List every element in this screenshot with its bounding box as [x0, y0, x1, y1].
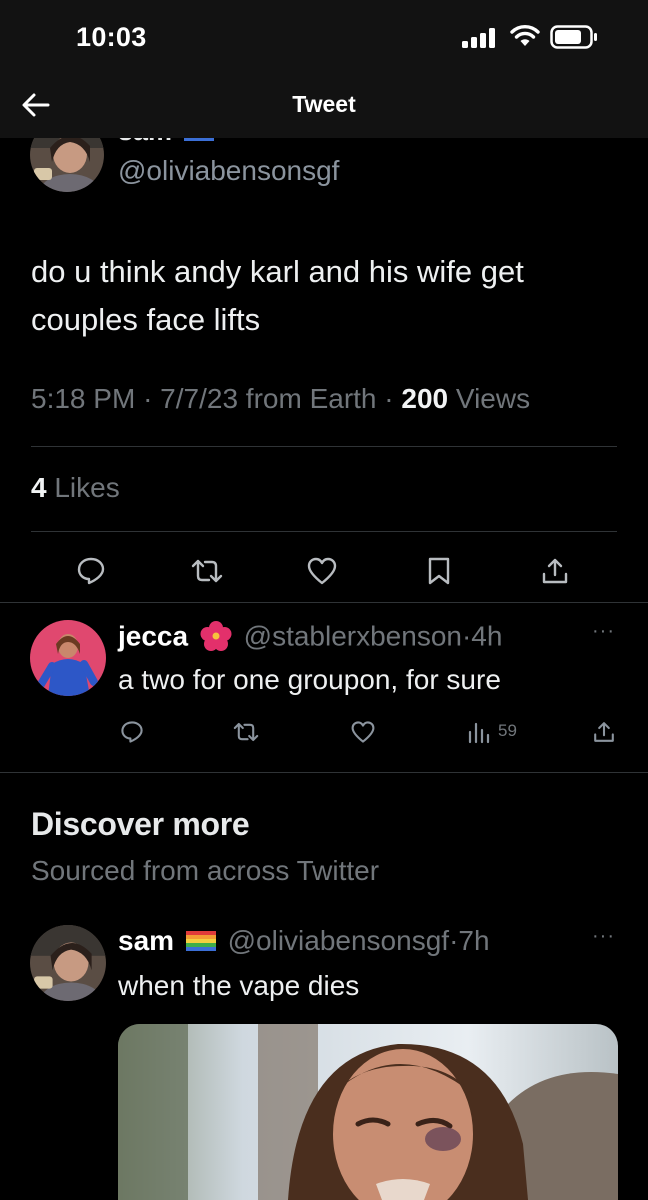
views-label: Views	[455, 383, 531, 414]
reply-icon[interactable]	[76, 556, 106, 586]
cellular-signal-icon	[462, 28, 495, 48]
tweet-date-source: 7/7/23 from Earth	[160, 383, 377, 414]
share-icon[interactable]	[592, 720, 616, 744]
wifi-icon	[510, 25, 540, 46]
retweet-icon[interactable]	[190, 556, 224, 586]
reply-author-name[interactable]: jecca	[118, 620, 188, 651]
meta-separator: ·	[384, 383, 394, 414]
rainbow-flag-icon	[185, 930, 216, 951]
meta-separator: ·	[461, 620, 472, 652]
like-heart-icon[interactable]	[350, 720, 376, 744]
top-bar: 10:03 Tweet	[0, 0, 648, 138]
page-title: Tweet	[292, 91, 356, 117]
likes-summary[interactable]: 4 Likes	[31, 472, 120, 504]
tweet-text: when the vape dies	[118, 970, 360, 1001]
views-count: 200	[401, 383, 449, 414]
meta-separator: ·	[143, 383, 153, 414]
reply-header: jecca @stablerxbenson·4h	[118, 620, 502, 656]
like-heart-icon[interactable]	[306, 556, 338, 586]
likes-label: Likes	[54, 472, 120, 503]
divider	[31, 446, 617, 447]
views-chart-icon[interactable]	[467, 720, 491, 744]
views-count: 59	[498, 721, 517, 740]
section-title: Discover more	[31, 806, 250, 842]
tweet-text: do u think andy karl and his wife get co…	[31, 254, 524, 337]
author-name[interactable]: sam	[118, 925, 174, 956]
reply-author-avatar[interactable]	[30, 620, 106, 696]
tweet-header: sam @oliviabensonsgf·7h	[118, 925, 490, 957]
divider	[0, 772, 648, 773]
tweet-age: 7h	[458, 925, 490, 956]
battery-icon	[550, 25, 597, 49]
section-subtitle: Sourced from across Twitter	[31, 855, 380, 886]
author-handle[interactable]: @oliviabensonsgf	[118, 155, 339, 187]
more-options-icon[interactable]: ···	[592, 925, 615, 948]
reply-author-handle[interactable]: @stablerxbenson	[244, 620, 462, 651]
share-icon[interactable]	[540, 556, 570, 586]
reply-text: a two for one groupon, for sure	[118, 664, 501, 695]
tweet-media-image[interactable]	[118, 1024, 618, 1200]
tweet-time: 5:18 PM	[31, 383, 136, 414]
status-time: 10:03	[76, 22, 147, 52]
tweet-meta: 5:18 PM · 7/7/23 from Earth · 200 Views	[31, 383, 530, 415]
author-avatar[interactable]	[30, 925, 106, 1001]
divider	[31, 531, 617, 532]
author-handle[interactable]: @oliviabensonsgf	[228, 925, 449, 956]
divider	[0, 602, 648, 603]
hibiscus-flower-icon	[200, 621, 232, 651]
retweet-icon[interactable]	[232, 720, 260, 744]
more-options-icon[interactable]: ···	[592, 620, 615, 643]
meta-separator: ·	[449, 925, 459, 956]
reply-icon[interactable]	[120, 720, 144, 744]
likes-count: 4	[31, 472, 47, 503]
bookmark-icon[interactable]	[426, 556, 452, 586]
reply-age: 4h	[471, 620, 503, 652]
